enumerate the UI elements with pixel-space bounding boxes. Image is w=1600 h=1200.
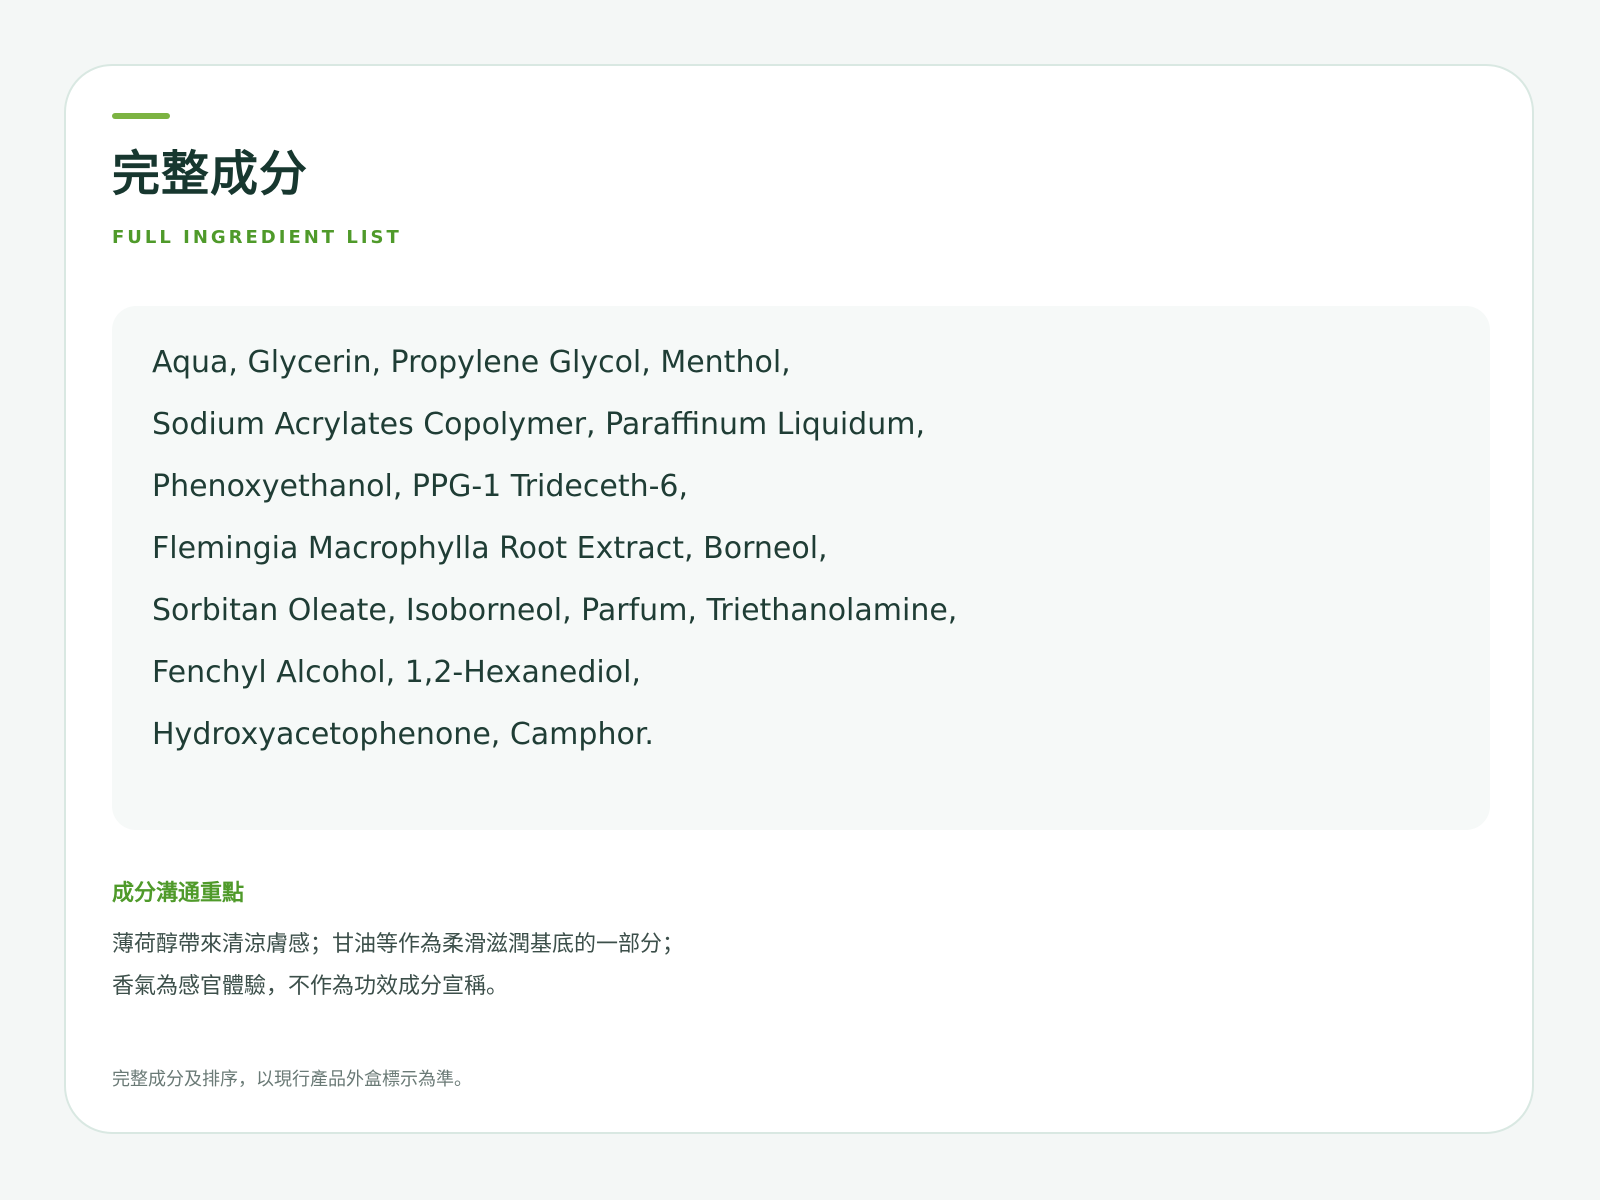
ingredient-line: Fenchyl Alcohol, 1,2-Hexanediol, bbox=[152, 655, 641, 690]
accent-bar bbox=[112, 113, 170, 119]
page-subtitle: FULL INGREDIENT LIST bbox=[112, 227, 402, 248]
highlight-line: 香氣為感官體驗，不作為功效成分宣稱。 bbox=[112, 974, 509, 999]
ingredient-line: Aqua, Glycerin, Propylene Glycol, Mentho… bbox=[152, 345, 791, 380]
ingredient-list-box: Aqua, Glycerin, Propylene Glycol, Mentho… bbox=[112, 306, 1490, 830]
ingredient-line: Sodium Acrylates Copolymer, Paraffinum L… bbox=[152, 407, 925, 442]
highlights-title: 成分溝通重點 bbox=[112, 881, 245, 906]
ingredient-line: Hydroxyacetophenone, Camphor. bbox=[152, 717, 654, 752]
highlight-line: 薄荷醇帶來清涼膚感；甘油等作為柔滑滋潤基底的一部分； bbox=[112, 932, 685, 957]
ingredient-line: Flemingia Macrophylla Root Extract, Born… bbox=[152, 531, 828, 566]
page-title: 完整成分 bbox=[112, 146, 309, 202]
footnote: 完整成分及排序，以現行產品外盒標示為準。 bbox=[112, 1069, 472, 1090]
ingredient-line: Sorbitan Oleate, Isoborneol, Parfum, Tri… bbox=[152, 593, 958, 628]
ingredient-card: 完整成分 FULL INGREDIENT LIST Aqua, Glycerin… bbox=[64, 64, 1534, 1134]
ingredient-line: Phenoxyethanol, PPG-1 Trideceth-6, bbox=[152, 469, 689, 504]
highlights-body: 薄荷醇帶來清涼膚感；甘油等作為柔滑滋潤基底的一部分； 香氣為感官體驗，不作為功效… bbox=[112, 924, 684, 1008]
